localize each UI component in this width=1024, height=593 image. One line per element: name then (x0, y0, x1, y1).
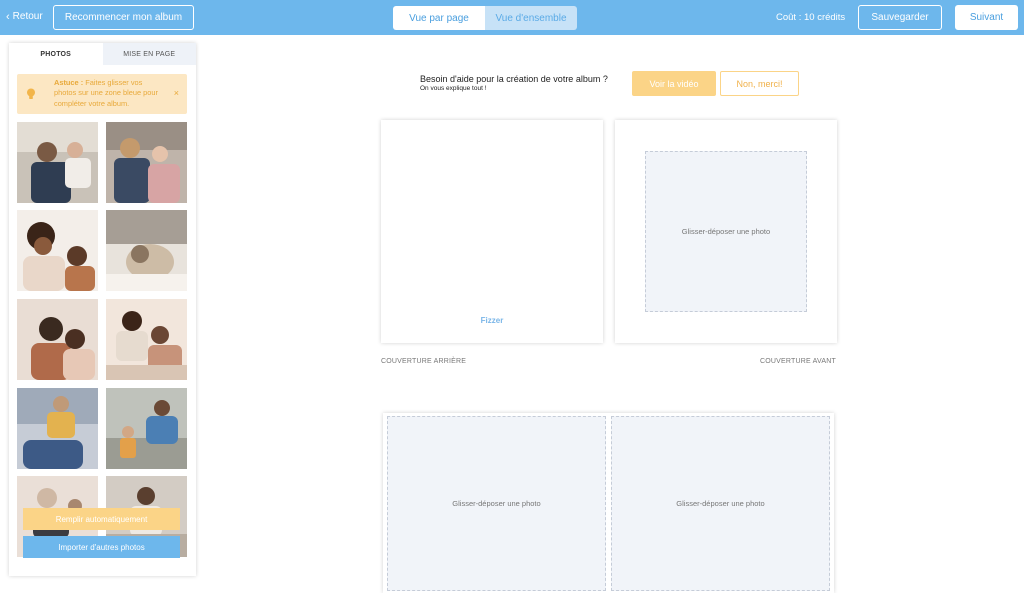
front-cover-page[interactable]: Glisser-déposer une photo (615, 120, 837, 343)
chevron-left-icon: ‹ (6, 10, 10, 23)
tab-photos[interactable]: PHOTOS (9, 43, 103, 65)
save-button[interactable]: Sauvegarder (858, 5, 942, 30)
back-cover-page[interactable]: Fizzer (381, 120, 603, 343)
top-bar: ‹ Retour Recommencer mon album Vue par p… (0, 0, 1024, 35)
photo-thumbnail[interactable] (17, 210, 98, 291)
cost-label: Coût : 10 crédits (776, 12, 846, 23)
back-label: Retour (12, 11, 43, 22)
tab-layout[interactable]: MISE EN PAGE (102, 43, 196, 65)
photo-sidebar: PHOTOS MISE EN PAGE Astuce : Faites glis… (9, 43, 196, 576)
photo-thumbnail[interactable] (106, 299, 187, 380)
back-link[interactable]: ‹ Retour (6, 11, 43, 22)
close-icon[interactable]: × (174, 88, 179, 98)
front-cover-label: COUVERTURE AVANT (760, 358, 836, 365)
next-button[interactable]: Suivant (955, 5, 1018, 30)
import-photos-button[interactable]: Importer d'autres photos (23, 536, 180, 558)
tip-text: Astuce : Faites glisser vos photos sur u… (54, 78, 166, 109)
photo-dropzone-right[interactable]: Glisser-déposer une photo (611, 416, 830, 591)
brand-logo: Fizzer (480, 316, 504, 325)
autofill-button[interactable]: Remplir automatiquement (23, 508, 180, 530)
photo-thumbnail[interactable] (106, 210, 187, 291)
photo-thumbnail[interactable] (17, 122, 98, 203)
tab-overview[interactable]: Vue d'ensemble (485, 6, 577, 30)
sidebar-tabs: PHOTOS MISE EN PAGE (9, 43, 196, 65)
tab-page-view[interactable]: Vue par page (393, 6, 485, 30)
photo-thumbnail[interactable] (106, 388, 187, 469)
help-title: Besoin d'aide pour la création de votre … (420, 74, 608, 84)
view-toggle: Vue par page Vue d'ensemble (393, 6, 577, 30)
lightbulb-icon (27, 88, 35, 99)
back-cover-label: COUVERTURE ARRIÈRE (381, 358, 467, 365)
help-subtitle: On vous explique tout ! (420, 85, 487, 92)
tip-banner: Astuce : Faites glisser vos photos sur u… (17, 74, 187, 114)
photo-thumbnail[interactable] (106, 122, 187, 203)
photo-dropzone[interactable]: Glisser-déposer une photo (645, 151, 807, 312)
tip-strong: Astuce : (54, 78, 84, 87)
restart-album-button[interactable]: Recommencer mon album (53, 5, 194, 30)
watch-video-button[interactable]: Voir la vidéo (632, 71, 716, 96)
photo-thumbnail[interactable] (17, 388, 98, 469)
photo-thumbnail[interactable] (17, 299, 98, 380)
page-spread: Glisser-déposer une photo Glisser-dépose… (383, 413, 834, 593)
no-thanks-button[interactable]: Non, merci! (720, 71, 799, 96)
photo-dropzone-left[interactable]: Glisser-déposer une photo (387, 416, 606, 591)
